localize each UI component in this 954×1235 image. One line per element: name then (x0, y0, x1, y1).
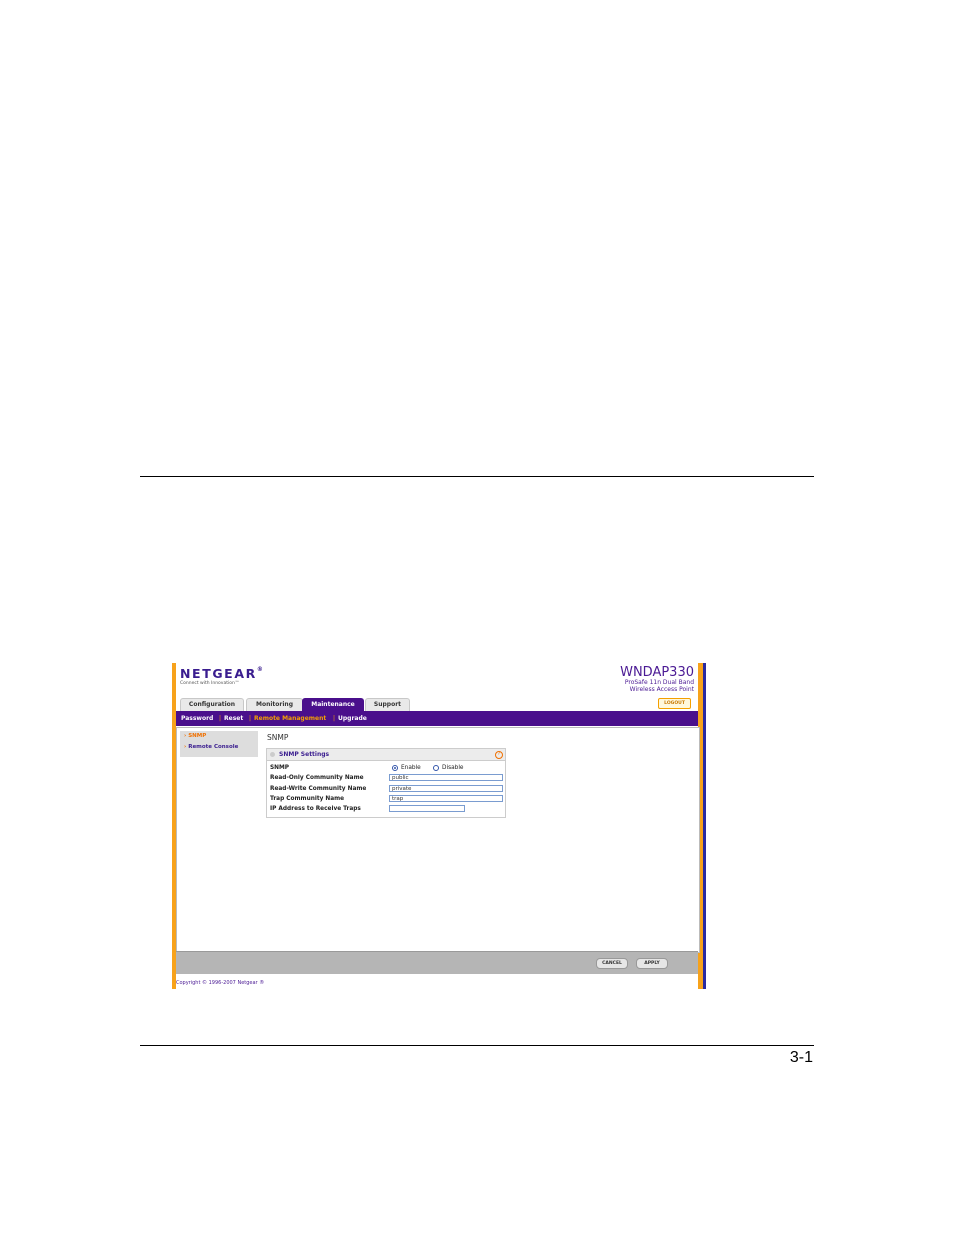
settings-header: SNMP Settings ? (267, 749, 505, 761)
subnav-upgrade[interactable]: Upgrade (338, 711, 367, 726)
cancel-button[interactable]: CANCEL (596, 958, 628, 969)
subnav-separator: | (333, 715, 336, 722)
trap-community-input[interactable]: trap (389, 795, 503, 802)
collapse-icon[interactable] (270, 752, 275, 757)
form-row: Trap Community Name trap (270, 794, 503, 804)
sub-navigation: Password | Reset | Remote Management | U… (176, 711, 698, 726)
snmp-enable-radio[interactable] (392, 765, 398, 771)
arrow-icon: › (184, 744, 187, 750)
page-number: 3-1 (789, 1049, 813, 1066)
arrow-icon: › (184, 733, 187, 739)
brand-tagline: Connect with Innovation™ (180, 681, 240, 686)
subnav-separator: | (219, 715, 222, 722)
page-title: SNMP (267, 733, 289, 742)
logout-button[interactable]: LOGOUT (658, 698, 691, 709)
product-line-1: ProSafe 11n Dual Band (624, 679, 694, 686)
tab-configuration[interactable]: Configuration (180, 698, 244, 711)
right-blue-border (703, 663, 706, 989)
trap-ip-input[interactable] (389, 805, 465, 812)
disable-label: Disable (442, 765, 464, 771)
read-write-community-input[interactable]: private (389, 785, 503, 792)
sidebar: › SNMP › Remote Console (180, 731, 258, 757)
tab-support[interactable]: Support (365, 698, 410, 711)
button-bar: CANCEL APPLY (176, 951, 698, 974)
trap-community-label: Trap Community Name (270, 796, 345, 802)
subnav-reset[interactable]: Reset (224, 711, 243, 726)
read-only-community-input[interactable]: public (389, 774, 503, 781)
sidebar-item-remote-console[interactable]: › Remote Console (184, 744, 238, 750)
netgear-logo: NETGEAR® (180, 666, 265, 681)
form-row: Read-Write Community Name private (270, 784, 503, 794)
snmp-settings-box: SNMP Settings ? SNMP Enable Disable Read… (266, 748, 506, 818)
read-write-community-label: Read-Write Community Name (270, 786, 367, 792)
snmp-row: SNMP Enable Disable (270, 763, 502, 773)
snmp-disable-radio[interactable] (433, 765, 439, 771)
enable-label: Enable (401, 765, 421, 771)
snmp-label: SNMP (270, 765, 290, 771)
read-only-community-label: Read-Only Community Name (270, 775, 364, 781)
help-icon[interactable]: ? (495, 751, 503, 759)
sidebar-item-snmp[interactable]: › SNMP (184, 733, 206, 739)
subnav-password[interactable]: Password (181, 711, 213, 726)
form-row: IP Address to Receive Traps (270, 804, 502, 814)
trap-ip-label: IP Address to Receive Traps (270, 806, 361, 812)
apply-button[interactable]: APPLY (636, 958, 668, 969)
top-horizontal-rule (140, 476, 814, 477)
model-name: WNDAP330 (620, 665, 694, 680)
product-description: ProSafe 11n Dual Band Wireless Access Po… (625, 679, 694, 693)
web-ui-screenshot: NETGEAR® Connect with Innovation™ WNDAP3… (172, 663, 706, 989)
bottom-horizontal-rule (140, 1045, 814, 1046)
product-line-2: Wireless Access Point (629, 686, 694, 693)
settings-title: SNMP Settings (279, 751, 330, 758)
tab-maintenance[interactable]: Maintenance (302, 698, 364, 711)
tab-monitoring[interactable]: Monitoring (246, 698, 303, 711)
subnav-remote-management[interactable]: Remote Management (254, 711, 326, 726)
form-row: Read-Only Community Name public (270, 773, 503, 783)
subnav-separator: | (249, 715, 252, 722)
copyright: Copyright © 1996-2007 Netgear ® (176, 980, 265, 986)
